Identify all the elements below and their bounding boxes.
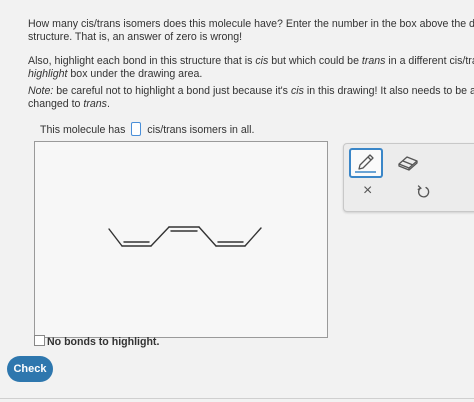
note-text: be careful not to highlight a bond just … [53, 85, 291, 97]
instruction-text: Also, highlight each bond in this struct… [28, 55, 256, 67]
bond-3[interactable] [150, 226, 170, 247]
note-paragraph: Note: be careful not to highlight a bond… [28, 85, 474, 111]
instruction-text: box under the drawing area. [67, 68, 203, 80]
no-bonds-checkbox[interactable] [34, 335, 45, 346]
check-button[interactable]: Check [7, 356, 53, 382]
answer-line: This molecule has cis/trans isomers in a… [40, 122, 254, 136]
instruction-text: cis [255, 55, 269, 67]
instruction-text: highlight [28, 68, 68, 80]
instruction-paragraph: Also, highlight each bond in this struct… [28, 55, 474, 81]
drawing-canvas[interactable] [34, 141, 328, 338]
question-text: structure. That is, an answer of zero is… [28, 31, 243, 43]
note-text: changed to [28, 98, 84, 110]
drawing-toolbar: × [343, 143, 474, 212]
note-text: trans [83, 98, 107, 110]
answer-prefix: This molecule has [40, 124, 126, 136]
question-paragraph: How many cis/trans isomers does this mol… [28, 18, 474, 44]
undo-button[interactable]: × [363, 182, 372, 200]
instruction-text: in a different cis/tra [385, 55, 474, 67]
no-bonds-option[interactable]: No bonds to highlight. [34, 335, 159, 348]
reset-icon[interactable] [416, 184, 430, 198]
pencil-tool-button[interactable] [349, 148, 383, 178]
answer-input[interactable] [131, 122, 142, 136]
bond-7[interactable] [244, 227, 262, 247]
bond-5[interactable] [198, 226, 217, 247]
divider [0, 398, 474, 399]
molecule-structure [108, 226, 262, 247]
eraser-tool-button[interactable] [396, 152, 420, 172]
note-text: cis [290, 85, 304, 97]
eraser-icon [398, 156, 418, 171]
answer-suffix: cis/trans isomers in all. [147, 124, 255, 136]
bond-1[interactable] [108, 228, 123, 247]
no-bonds-label: No bonds to highlight. [47, 336, 160, 348]
pencil-icon [355, 154, 376, 173]
note-label: Note: [28, 85, 54, 97]
note-text: in this drawing! It also needs to be a [303, 85, 474, 97]
instruction-text: but which could be [268, 55, 362, 67]
note-text: . [106, 98, 110, 110]
question-text: How many cis/trans isomers does this mol… [28, 18, 474, 30]
instruction-text: trans [361, 55, 386, 67]
